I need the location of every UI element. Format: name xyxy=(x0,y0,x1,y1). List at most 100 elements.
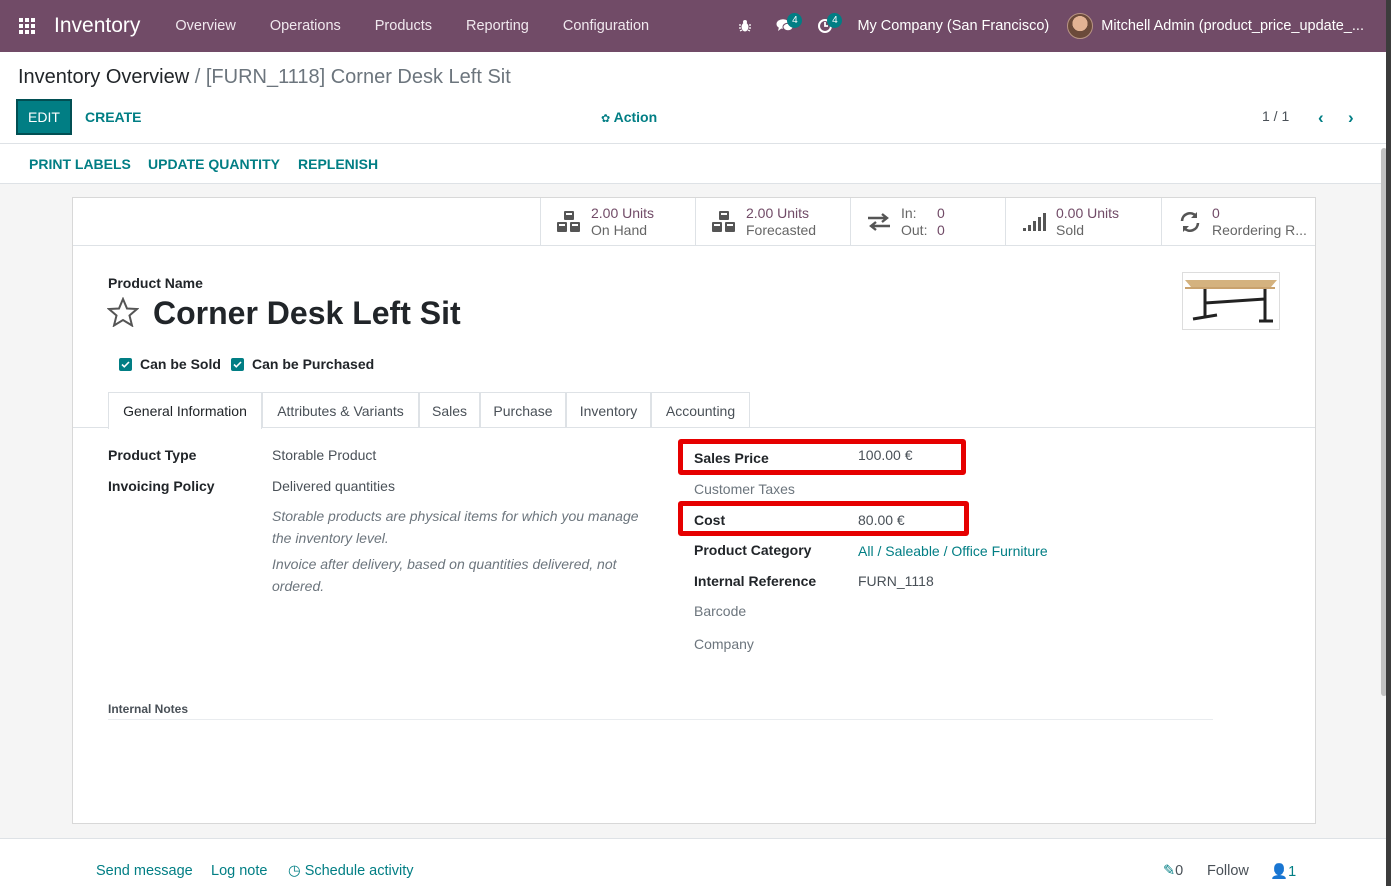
cost-label: Cost xyxy=(694,512,726,528)
tab-general-information[interactable]: General Information xyxy=(108,392,262,429)
debug-bug-icon[interactable] xyxy=(725,0,765,52)
product-title[interactable]: Corner Desk Left Sit xyxy=(153,295,461,332)
invoicing-policy-value[interactable]: Delivered quantities xyxy=(272,478,395,494)
product-type-value[interactable]: Storable Product xyxy=(272,447,376,463)
activities-clock-icon[interactable]: 4 xyxy=(805,0,845,52)
in-label: In: xyxy=(901,204,917,221)
checkmark-icon xyxy=(119,357,132,371)
tab-inventory[interactable]: Inventory xyxy=(566,392,651,428)
exchange-icon xyxy=(863,212,895,232)
send-message-button[interactable]: Send message xyxy=(96,863,193,879)
chevron-right-icon[interactable]: › xyxy=(1348,108,1354,128)
checkmark-icon xyxy=(231,357,244,371)
create-button[interactable]: CREATE xyxy=(85,109,142,125)
gear-icon: ✿ xyxy=(601,113,611,125)
control-panel: Inventory Overview / [FURN_1118] Corner … xyxy=(0,52,1386,144)
user-icon: 👤 xyxy=(1270,864,1289,880)
product-type-label: Product Type xyxy=(108,447,197,463)
window-edge xyxy=(1386,0,1391,886)
cubes-icon xyxy=(708,210,740,234)
log-note-button[interactable]: Log note xyxy=(211,863,267,879)
form-tabs: General Information Attributes & Variant… xyxy=(73,392,1315,429)
pager-value[interactable]: 1 / 1 xyxy=(1262,108,1289,124)
reordering-button[interactable]: 0 Reordering R... xyxy=(1161,198,1316,245)
cubes-icon xyxy=(553,210,585,234)
forecasted-value: 2.00 Units xyxy=(746,204,810,221)
star-icon[interactable] xyxy=(106,296,140,330)
product-image[interactable] xyxy=(1182,272,1280,330)
storable-help-text: Storable products are physical items for… xyxy=(272,508,639,546)
sold-label: Sold xyxy=(1056,221,1085,238)
attachments-button[interactable]: ✎0 xyxy=(1163,863,1183,879)
menu-overview[interactable]: Overview xyxy=(158,18,252,34)
update-quantity-button[interactable]: UPDATE QUANTITY xyxy=(148,156,280,172)
tab-sales[interactable]: Sales xyxy=(419,392,480,428)
statusbar: PRINT LABELS UPDATE QUANTITY REPLENISH xyxy=(0,144,1386,184)
edit-button[interactable]: EDIT xyxy=(16,99,72,135)
form-sheet: 2.00 Units On Hand 2.00 Units Forecasted… xyxy=(72,197,1316,824)
internal-notes-label: Internal Notes xyxy=(108,702,189,716)
internal-reference-label: Internal Reference xyxy=(694,573,817,589)
replenish-button[interactable]: REPLENISH xyxy=(298,156,378,172)
breadcrumb-parent[interactable]: Inventory Overview xyxy=(18,66,189,88)
sold-button[interactable]: 0.00 Units Sold xyxy=(1005,198,1161,245)
on-hand-label: On Hand xyxy=(591,221,648,238)
cost-value[interactable]: 80.00 € xyxy=(858,512,905,528)
breadcrumb-separator: / xyxy=(194,66,201,88)
tab-purchase[interactable]: Purchase xyxy=(480,392,566,428)
menu-operations[interactable]: Operations xyxy=(253,18,358,34)
schedule-activity-button[interactable]: ◷ Schedule activity xyxy=(288,863,414,879)
can-be-purchased-checkbox[interactable]: Can be Purchased xyxy=(231,356,374,372)
activities-badge: 4 xyxy=(827,13,843,28)
company-label: Company xyxy=(694,636,754,652)
action-menu[interactable]: ✿ Action xyxy=(601,109,657,125)
avatar xyxy=(1067,13,1094,39)
refresh-icon xyxy=(1174,211,1206,233)
chevron-left-icon[interactable]: ‹ xyxy=(1318,108,1324,128)
reordering-label: Reordering R... xyxy=(1212,221,1307,238)
signal-icon xyxy=(1018,212,1050,232)
invoicing-policy-label: Invoicing Policy xyxy=(108,478,215,494)
tab-accounting[interactable]: Accounting xyxy=(651,392,750,428)
can-be-purchased-label: Can be Purchased xyxy=(252,356,375,372)
sold-value: 0.00 Units xyxy=(1056,204,1120,221)
out-value: 0 xyxy=(937,221,945,238)
product-category-label: Product Category xyxy=(694,542,812,558)
messages-icon[interactable]: 4 xyxy=(765,0,805,52)
tab-attributes-variants[interactable]: Attributes & Variants xyxy=(262,392,419,428)
company-switcher[interactable]: My Company (San Francisco) xyxy=(845,18,1067,34)
customer-taxes-label: Customer Taxes xyxy=(694,481,795,497)
follow-button[interactable]: Follow xyxy=(1207,863,1249,879)
on-hand-value: 2.00 Units xyxy=(591,204,655,221)
user-name: Mitchell Admin (product_price_update_... xyxy=(1101,18,1364,34)
in-value: 0 xyxy=(937,204,945,221)
in-out-button[interactable]: In: 0 Out: 0 xyxy=(850,198,1005,245)
forecasted-button[interactable]: 2.00 Units Forecasted xyxy=(695,198,850,245)
schedule-activity-label: Schedule activity xyxy=(304,863,414,879)
chatter-bar: Send message Log note ◷ Schedule activit… xyxy=(0,838,1386,886)
on-hand-button[interactable]: 2.00 Units On Hand xyxy=(540,198,695,245)
internal-reference-value[interactable]: FURN_1118 xyxy=(858,573,934,589)
apps-menu-icon[interactable] xyxy=(0,0,54,52)
followers-count: 1 xyxy=(1288,864,1297,880)
can-be-sold-checkbox[interactable]: Can be Sold xyxy=(119,356,221,372)
barcode-label: Barcode xyxy=(694,603,747,619)
menu-configuration[interactable]: Configuration xyxy=(546,18,666,34)
app-name[interactable]: Inventory xyxy=(54,14,140,38)
top-navbar: Inventory Overview Operations Products R… xyxy=(0,0,1386,52)
menu-products[interactable]: Products xyxy=(358,18,449,34)
user-menu[interactable]: Mitchell Admin (product_price_update_... xyxy=(1067,13,1386,39)
followers-button[interactable]: 👤1 xyxy=(1270,863,1296,880)
smart-buttons: 2.00 Units On Hand 2.00 Units Forecasted… xyxy=(73,198,1315,246)
sales-price-value[interactable]: 100.00 € xyxy=(858,447,913,463)
action-label: Action xyxy=(613,109,658,125)
product-category-link[interactable]: All / Saleable / Office Furniture xyxy=(858,543,1048,559)
paperclip-icon: ✎ xyxy=(1163,863,1176,879)
attachments-count: 0 xyxy=(1175,863,1184,879)
print-labels-button[interactable]: PRINT LABELS xyxy=(29,156,131,172)
product-name-label: Product Name xyxy=(108,275,203,291)
menu-reporting[interactable]: Reporting xyxy=(449,18,546,34)
messages-badge: 4 xyxy=(787,13,803,28)
sales-price-label: Sales Price xyxy=(694,450,769,466)
internal-notes-field[interactable] xyxy=(108,719,1213,720)
